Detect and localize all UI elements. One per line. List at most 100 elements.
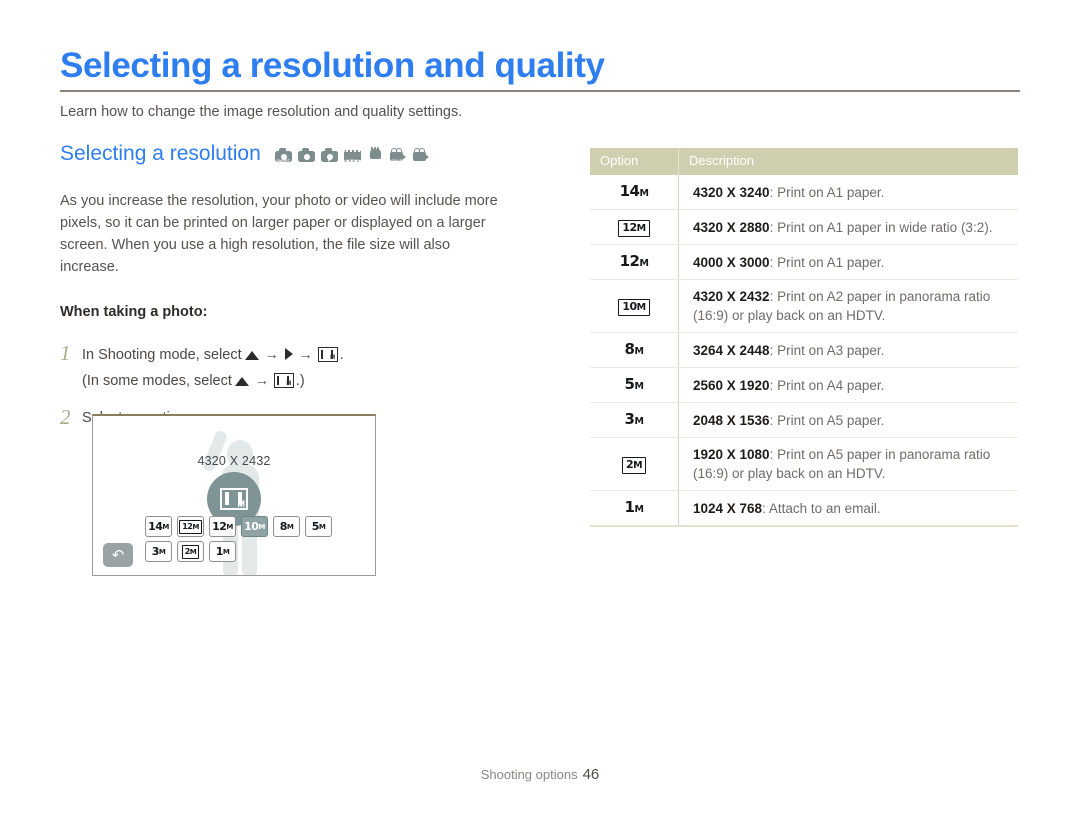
description-cell: 1024 X 768: Attach to an email. <box>678 490 1018 527</box>
screen-option-1m[interactable]: 1M <box>209 541 236 562</box>
description-cell: 2048 X 1536: Print on A5 paper. <box>678 402 1018 438</box>
arrow-separator-icon: → <box>298 346 313 362</box>
resolution-10m-icon: 10M <box>618 299 650 316</box>
resolution-value: 1024 X 768 <box>693 500 763 516</box>
screen-option-5m[interactable]: 5M <box>305 516 332 537</box>
resolution-5m-icon: 5M <box>624 375 644 393</box>
resolution-note: : Print on A1 paper in wide ratio (3:2). <box>769 219 993 235</box>
description-cell: 1920 X 1080: Print on A5 paper in panora… <box>678 437 1018 491</box>
option-icon-cell: 1M <box>590 490 679 527</box>
resolution-value: 2560 X 1920 <box>693 377 770 393</box>
resolution-12m-wide-icon: 12M <box>618 220 650 237</box>
step-1-line-2-text: (In some modes, select <box>82 373 232 389</box>
up-arrow-icon <box>244 351 259 360</box>
table-row: 8M 3264 X 2448: Print on A3 paper. <box>590 332 1018 368</box>
description-cell: 4000 X 3000: Print on A1 paper. <box>678 244 1018 280</box>
right-column: Option Description 14M 4320 X 3240: Prin… <box>590 148 1018 527</box>
step-1-line-1-tail: . <box>339 347 344 363</box>
resolution-10m-icon <box>220 488 248 510</box>
resolution-value: 3264 X 2448 <box>693 342 770 358</box>
intro-text: Learn how to change the image resolution… <box>60 104 463 120</box>
manual-page: Selecting a resolution and quality Learn… <box>0 0 1080 815</box>
program-mode-icon: P <box>320 148 338 163</box>
footer-page-number: 46 <box>582 766 600 783</box>
page-footer: Shooting options 46 <box>0 766 1080 783</box>
screen-option-8m[interactable]: 8M <box>273 516 300 537</box>
arrow-separator-icon: → <box>264 346 279 362</box>
option-icon-cell: 3M <box>590 402 679 438</box>
left-column: Selecting a resolution SMART P SCENE DUA… <box>60 140 530 443</box>
screen-option-14m[interactable]: 14 M <box>145 516 172 537</box>
description-cell: 4320 X 2432: Print on A2 paper in panora… <box>678 279 1018 333</box>
option-icon-cell: 12M <box>590 209 679 245</box>
step-1-line-1-text: In Shooting mode, select <box>82 347 242 363</box>
resolution-value: 4320 X 3240 <box>693 184 770 200</box>
table-row: 10M 4320 X 2432: Print on A2 paper in pa… <box>590 279 1018 333</box>
resolution-options-table: Option Description 14M 4320 X 3240: Prin… <box>590 148 1018 527</box>
table-row: 5M 2560 X 1920: Print on A4 paper. <box>590 367 1018 403</box>
screen-resolution-caption: 4320 X 2432 <box>197 454 271 468</box>
screen-option-12m-wide[interactable]: 12M <box>177 516 204 537</box>
smart-auto-mode-icon: SMART <box>274 148 292 163</box>
description-cell: 4320 X 3240: Print on A1 paper. <box>678 175 1018 210</box>
resolution-value: 4320 X 2432 <box>693 289 770 304</box>
screen-option-2m-wide[interactable]: 2M <box>177 541 204 562</box>
screen-option-12m[interactable]: 12 M <box>209 516 236 537</box>
resolution-value: 2048 X 1536 <box>693 412 770 428</box>
option-icon-cell: 2M <box>590 437 679 491</box>
table-body: 14M 4320 X 3240: Print on A1 paper. 12M … <box>590 175 1018 527</box>
table-row: 14M 4320 X 3240: Print on A1 paper. <box>590 175 1018 210</box>
description-cell: 2560 X 1920: Print on A4 paper. <box>678 367 1018 403</box>
title-block: Selecting a resolution and quality Learn… <box>60 46 1020 122</box>
smart-movie-mode-icon: SMART <box>389 148 407 163</box>
screen-option-row: 14 M 12M 12 M 10 M 8M 5M <box>145 516 332 537</box>
resolution-10m-icon <box>273 373 294 388</box>
resolution-14m-icon: 14M <box>619 182 649 200</box>
section-title: Selecting a resolution <box>60 142 261 165</box>
up-arrow-icon <box>234 377 249 386</box>
page-title: Selecting a resolution and quality <box>60 46 605 85</box>
section-heading-row: Selecting a resolution SMART P SCENE DUA… <box>60 140 530 168</box>
step-1-line-2-tail: .) <box>295 373 305 389</box>
resolution-note: : Print on A1 paper. <box>769 184 885 200</box>
resolution-8m-icon: 8M <box>624 340 644 358</box>
table-row: 2M 1920 X 1080: Print on A5 paper in pan… <box>590 437 1018 491</box>
resolution-value: 1920 X 1080 <box>693 447 770 462</box>
description-cell: 3264 X 2448: Print on A3 paper. <box>678 332 1018 368</box>
table-row: 12M 4320 X 2880: Print on A1 paper in wi… <box>590 209 1018 245</box>
step-number: 2 <box>60 405 71 429</box>
option-icon-cell: 8M <box>590 332 679 368</box>
option-icon-cell: 14M <box>590 175 679 210</box>
resolution-note: : Print on A1 paper. <box>769 254 885 270</box>
description-cell: 4320 X 2880: Print on A1 paper in wide r… <box>678 209 1018 245</box>
table-row: 3M 2048 X 1536: Print on A5 paper. <box>590 402 1018 438</box>
resolution-value: 4000 X 3000 <box>693 254 770 270</box>
resolution-3m-icon: 3M <box>624 410 644 428</box>
scene-mode-icon: SCENE <box>343 148 361 163</box>
screen-option-3m[interactable]: 3M <box>145 541 172 562</box>
option-icon-cell: 10M <box>590 279 679 333</box>
resolution-1m-icon: 1M <box>624 498 644 516</box>
section-subheading: When taking a photo: <box>60 304 208 320</box>
step-text: In Shooting mode, select → →. (In some mod… <box>82 342 344 394</box>
screen-option-row: 3M 2M 1M <box>145 541 332 562</box>
resolution-note: : Print on A5 paper. <box>769 412 885 428</box>
camera-screen-illustration: 4320 X 2432 14M 12M 12M 10M 8M 5M 3M 2M … <box>92 414 376 576</box>
table-row: 12M 4000 X 3000: Print on A1 paper. <box>590 244 1018 280</box>
option-icon-cell: 12M <box>590 244 679 280</box>
resolution-note: : Print on A3 paper. <box>769 342 885 358</box>
movie-mode-icon <box>412 148 430 163</box>
auto-mode-icon <box>297 148 315 163</box>
table-header: Option Description <box>590 148 1018 175</box>
resolution-2m-wide-icon: 2M <box>621 457 647 474</box>
screen-option-10m[interactable]: 10 M <box>241 516 268 537</box>
column-header-description: Description <box>678 148 1018 175</box>
footer-section-label: Shooting options <box>480 767 578 782</box>
section-body-text: As you increase the resolution, your pho… <box>60 193 498 275</box>
back-button[interactable]: ↶ <box>103 543 133 567</box>
step-item: 1 In Shooting mode, select → →. (In some m… <box>60 342 530 394</box>
title-divider <box>60 90 1020 92</box>
mode-icon-list: SMART P SCENE DUAL SMART <box>274 145 430 163</box>
option-icon-cell: 5M <box>590 367 679 403</box>
screen-option-grid: 14 M 12M 12 M 10 M 8M 5M 3M 2M 1M <box>145 516 332 566</box>
